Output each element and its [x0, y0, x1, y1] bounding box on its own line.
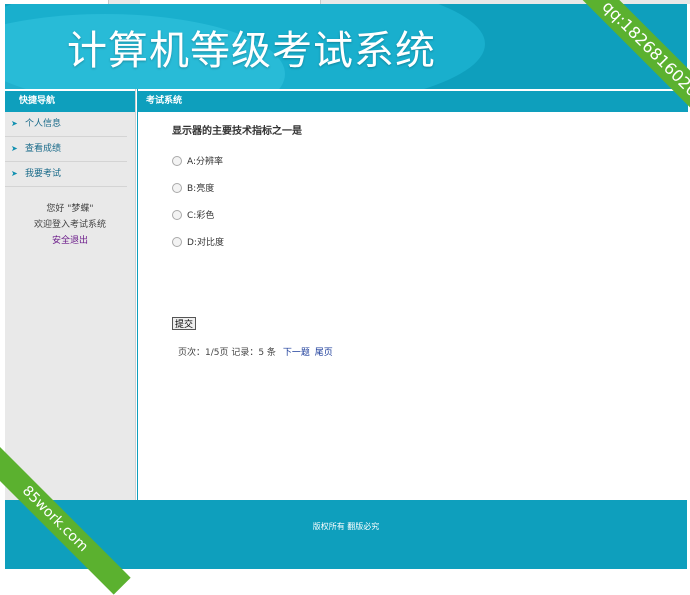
- sidebar-item-profile[interactable]: ➤ 个人信息: [5, 112, 127, 137]
- main-panel: 考试系统 显示器的主要技术指标之一是 A:分辨率 B:亮度 C:彩色 D:对比度…: [137, 89, 688, 500]
- piracy-text: 翻版必究: [347, 522, 380, 531]
- submit-button[interactable]: 提交: [172, 317, 197, 330]
- arrow-right-icon: ➤: [11, 169, 18, 178]
- sidebar-item-scores[interactable]: ➤ 查看成绩: [5, 137, 127, 162]
- radio-button[interactable]: [172, 182, 182, 193]
- option-b[interactable]: B:亮度: [172, 181, 214, 194]
- option-label: B:亮度: [187, 184, 215, 194]
- pagination-info: 页次：1/5页 记录：5 条: [178, 348, 276, 358]
- option-a[interactable]: A:分辨率: [172, 154, 223, 167]
- copyright-text: 版权所有: [312, 522, 345, 531]
- page-header: 计算机等级考试系统: [5, 4, 687, 89]
- sidebar: 快捷导航 ➤ 个人信息 ➤ 查看成绩 ➤ 我要考试 您好 "梦蝶" 欢迎登入考试系统 …: [5, 89, 136, 500]
- welcome-message: 欢迎登入考试系统: [33, 220, 106, 230]
- sidebar-item-take-exam[interactable]: ➤ 我要考试: [5, 162, 127, 187]
- footer-copyright: 版权所有 翻版必究: [5, 521, 687, 532]
- logout-link[interactable]: 安全退出: [52, 236, 88, 246]
- option-label: C:彩色: [187, 211, 215, 221]
- arrow-right-icon: ➤: [11, 119, 18, 128]
- radio-button[interactable]: [172, 155, 182, 166]
- radio-button[interactable]: [172, 209, 182, 220]
- radio-button[interactable]: [172, 236, 182, 247]
- next-question-link[interactable]: 下一题: [283, 348, 310, 358]
- sidebar-heading: 快捷导航: [5, 89, 135, 112]
- page-title: 计算机等级考试系统: [67, 28, 436, 74]
- welcome-panel: 您好 "梦蝶" 欢迎登入考试系统 安全退出: [5, 201, 135, 249]
- option-label: A:分辨率: [187, 157, 224, 167]
- sidebar-item-label: 查看成绩: [25, 144, 62, 154]
- last-page-link[interactable]: 尾页: [315, 348, 333, 358]
- question-text: 显示器的主要技术指标之一是: [172, 126, 302, 137]
- greeting-text: 您好 "梦蝶": [46, 204, 94, 214]
- arrow-right-icon: ➤: [11, 144, 18, 153]
- option-c[interactable]: C:彩色: [172, 208, 214, 221]
- option-label: D:对比度: [187, 238, 224, 248]
- pagination: 页次：1/5页 记录：5 条 下一题 尾页: [178, 345, 333, 358]
- option-d[interactable]: D:对比度: [172, 235, 224, 248]
- main-heading: 考试系统: [138, 89, 688, 112]
- sidebar-item-label: 我要考试: [25, 169, 62, 179]
- sidebar-item-label: 个人信息: [25, 119, 62, 129]
